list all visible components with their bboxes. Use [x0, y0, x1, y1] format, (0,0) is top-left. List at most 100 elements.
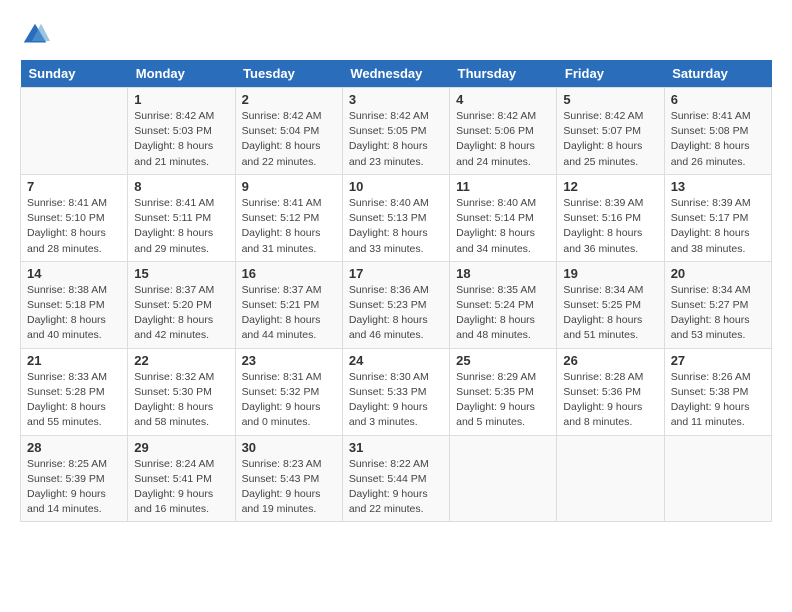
calendar-cell: 17Sunrise: 8:36 AM Sunset: 5:23 PM Dayli…	[342, 261, 449, 348]
calendar-week-2: 7 Sunrise: 8:41 AM Sunset: 5:10 PM Daylig…	[21, 174, 772, 261]
day-info: Sunrise: 8:31 AM Sunset: 5:32 PM Dayligh…	[242, 370, 336, 431]
weekday-header-sunday: Sunday	[21, 60, 128, 88]
calendar-cell: 6 Sunrise: 8:41 AM Sunset: 5:08 PM Daylig…	[664, 88, 771, 175]
logo-icon	[20, 20, 50, 50]
day-number: 21	[27, 353, 121, 368]
day-info: Sunrise: 8:37 AM Sunset: 5:20 PM Dayligh…	[134, 283, 228, 344]
weekday-header-monday: Monday	[128, 60, 235, 88]
calendar-week-5: 28 Sunrise: 8:25 AM Sunset: 5:39 PM Dayli…	[21, 435, 772, 522]
day-number: 8	[134, 179, 228, 194]
calendar-cell: 19 Sunrise: 8:34 AM Sunset: 5:25 PM Dayli…	[557, 261, 664, 348]
calendar-cell: 2Sunrise: 8:42 AM Sunset: 5:04 PM Daylig…	[235, 88, 342, 175]
day-info: Sunrise: 8:28 AM Sunset: 5:36 PM Dayligh…	[563, 370, 657, 431]
day-info: Sunrise: 8:42 AM Sunset: 5:07 PM Dayligh…	[563, 109, 657, 170]
day-info: Sunrise: 8:34 AM Sunset: 5:25 PM Dayligh…	[563, 283, 657, 344]
calendar-cell: 9 Sunrise: 8:41 AM Sunset: 5:12 PM Daylig…	[235, 174, 342, 261]
calendar-cell: 15 Sunrise: 8:37 AM Sunset: 5:20 PM Dayli…	[128, 261, 235, 348]
day-info: Sunrise: 8:42 AM Sunset: 5:03 PM Dayligh…	[134, 109, 228, 170]
calendar-cell	[664, 435, 771, 522]
day-info: Sunrise: 8:40 AM Sunset: 5:13 PM Dayligh…	[349, 196, 443, 257]
calendar-cell: 26 Sunrise: 8:28 AM Sunset: 5:36 PM Dayli…	[557, 348, 664, 435]
calendar-cell	[21, 88, 128, 175]
day-number: 27	[671, 353, 765, 368]
day-number: 31	[349, 440, 443, 455]
day-number: 9	[242, 179, 336, 194]
day-number: 22	[134, 353, 228, 368]
calendar-cell: 25Sunrise: 8:29 AM Sunset: 5:35 PM Dayli…	[450, 348, 557, 435]
day-info: Sunrise: 8:41 AM Sunset: 5:08 PM Dayligh…	[671, 109, 765, 170]
weekday-header-friday: Friday	[557, 60, 664, 88]
calendar-cell: 18 Sunrise: 8:35 AM Sunset: 5:24 PM Dayli…	[450, 261, 557, 348]
day-number: 12	[563, 179, 657, 194]
day-info: Sunrise: 8:33 AM Sunset: 5:28 PM Dayligh…	[27, 370, 121, 431]
day-number: 1	[134, 92, 228, 107]
day-info: Sunrise: 8:39 AM Sunset: 5:16 PM Dayligh…	[563, 196, 657, 257]
day-info: Sunrise: 8:22 AM Sunset: 5:44 PM Dayligh…	[349, 457, 443, 518]
weekday-header-thursday: Thursday	[450, 60, 557, 88]
weekday-header-tuesday: Tuesday	[235, 60, 342, 88]
day-info: Sunrise: 8:30 AM Sunset: 5:33 PM Dayligh…	[349, 370, 443, 431]
day-number: 10	[349, 179, 443, 194]
day-number: 5	[563, 92, 657, 107]
day-number: 13	[671, 179, 765, 194]
day-info: Sunrise: 8:42 AM Sunset: 5:04 PM Dayligh…	[242, 109, 336, 170]
calendar-cell: 16 Sunrise: 8:37 AM Sunset: 5:21 PM Dayli…	[235, 261, 342, 348]
calendar-cell: 31 Sunrise: 8:22 AM Sunset: 5:44 PM Dayli…	[342, 435, 449, 522]
calendar-cell: 29Sunrise: 8:24 AM Sunset: 5:41 PM Dayli…	[128, 435, 235, 522]
day-number: 15	[134, 266, 228, 281]
day-info: Sunrise: 8:32 AM Sunset: 5:30 PM Dayligh…	[134, 370, 228, 431]
calendar-cell: 4Sunrise: 8:42 AM Sunset: 5:06 PM Daylig…	[450, 88, 557, 175]
day-info: Sunrise: 8:41 AM Sunset: 5:12 PM Dayligh…	[242, 196, 336, 257]
day-number: 16	[242, 266, 336, 281]
day-info: Sunrise: 8:23 AM Sunset: 5:43 PM Dayligh…	[242, 457, 336, 518]
calendar-cell: 20Sunrise: 8:34 AM Sunset: 5:27 PM Dayli…	[664, 261, 771, 348]
day-info: Sunrise: 8:37 AM Sunset: 5:21 PM Dayligh…	[242, 283, 336, 344]
calendar-cell: 14 Sunrise: 8:38 AM Sunset: 5:18 PM Dayli…	[21, 261, 128, 348]
header-row: SundayMondayTuesdayWednesdayThursdayFrid…	[21, 60, 772, 88]
day-number: 18	[456, 266, 550, 281]
calendar-week-4: 21 Sunrise: 8:33 AM Sunset: 5:28 PM Dayli…	[21, 348, 772, 435]
calendar-cell: 11Sunrise: 8:40 AM Sunset: 5:14 PM Dayli…	[450, 174, 557, 261]
day-number: 28	[27, 440, 121, 455]
day-info: Sunrise: 8:41 AM Sunset: 5:10 PM Dayligh…	[27, 196, 121, 257]
day-number: 3	[349, 92, 443, 107]
day-number: 19	[563, 266, 657, 281]
calendar-cell: 23Sunrise: 8:31 AM Sunset: 5:32 PM Dayli…	[235, 348, 342, 435]
calendar-cell: 8 Sunrise: 8:41 AM Sunset: 5:11 PM Daylig…	[128, 174, 235, 261]
day-info: Sunrise: 8:38 AM Sunset: 5:18 PM Dayligh…	[27, 283, 121, 344]
calendar-header: SundayMondayTuesdayWednesdayThursdayFrid…	[21, 60, 772, 88]
calendar-table: SundayMondayTuesdayWednesdayThursdayFrid…	[20, 60, 772, 522]
day-info: Sunrise: 8:39 AM Sunset: 5:17 PM Dayligh…	[671, 196, 765, 257]
calendar-cell: 21 Sunrise: 8:33 AM Sunset: 5:28 PM Dayli…	[21, 348, 128, 435]
day-number: 20	[671, 266, 765, 281]
calendar-cell: 27 Sunrise: 8:26 AM Sunset: 5:38 PM Dayli…	[664, 348, 771, 435]
day-info: Sunrise: 8:29 AM Sunset: 5:35 PM Dayligh…	[456, 370, 550, 431]
calendar-cell	[557, 435, 664, 522]
day-number: 29	[134, 440, 228, 455]
calendar-cell: 28 Sunrise: 8:25 AM Sunset: 5:39 PM Dayli…	[21, 435, 128, 522]
day-number: 26	[563, 353, 657, 368]
calendar-cell: 13 Sunrise: 8:39 AM Sunset: 5:17 PM Dayli…	[664, 174, 771, 261]
day-number: 7	[27, 179, 121, 194]
weekday-header-wednesday: Wednesday	[342, 60, 449, 88]
calendar-cell: 30Sunrise: 8:23 AM Sunset: 5:43 PM Dayli…	[235, 435, 342, 522]
calendar-week-1: 1 Sunrise: 8:42 AM Sunset: 5:03 PM Daylig…	[21, 88, 772, 175]
day-number: 11	[456, 179, 550, 194]
calendar-cell: 1 Sunrise: 8:42 AM Sunset: 5:03 PM Daylig…	[128, 88, 235, 175]
day-info: Sunrise: 8:26 AM Sunset: 5:38 PM Dayligh…	[671, 370, 765, 431]
day-number: 4	[456, 92, 550, 107]
calendar-cell: 7 Sunrise: 8:41 AM Sunset: 5:10 PM Daylig…	[21, 174, 128, 261]
calendar-cell: 10 Sunrise: 8:40 AM Sunset: 5:13 PM Dayli…	[342, 174, 449, 261]
day-number: 24	[349, 353, 443, 368]
day-number: 14	[27, 266, 121, 281]
calendar-cell: 5 Sunrise: 8:42 AM Sunset: 5:07 PM Daylig…	[557, 88, 664, 175]
calendar-cell	[450, 435, 557, 522]
logo	[20, 20, 54, 50]
calendar-week-3: 14 Sunrise: 8:38 AM Sunset: 5:18 PM Dayli…	[21, 261, 772, 348]
day-info: Sunrise: 8:35 AM Sunset: 5:24 PM Dayligh…	[456, 283, 550, 344]
day-number: 6	[671, 92, 765, 107]
calendar-cell: 22 Sunrise: 8:32 AM Sunset: 5:30 PM Dayli…	[128, 348, 235, 435]
day-info: Sunrise: 8:41 AM Sunset: 5:11 PM Dayligh…	[134, 196, 228, 257]
day-info: Sunrise: 8:25 AM Sunset: 5:39 PM Dayligh…	[27, 457, 121, 518]
weekday-header-saturday: Saturday	[664, 60, 771, 88]
